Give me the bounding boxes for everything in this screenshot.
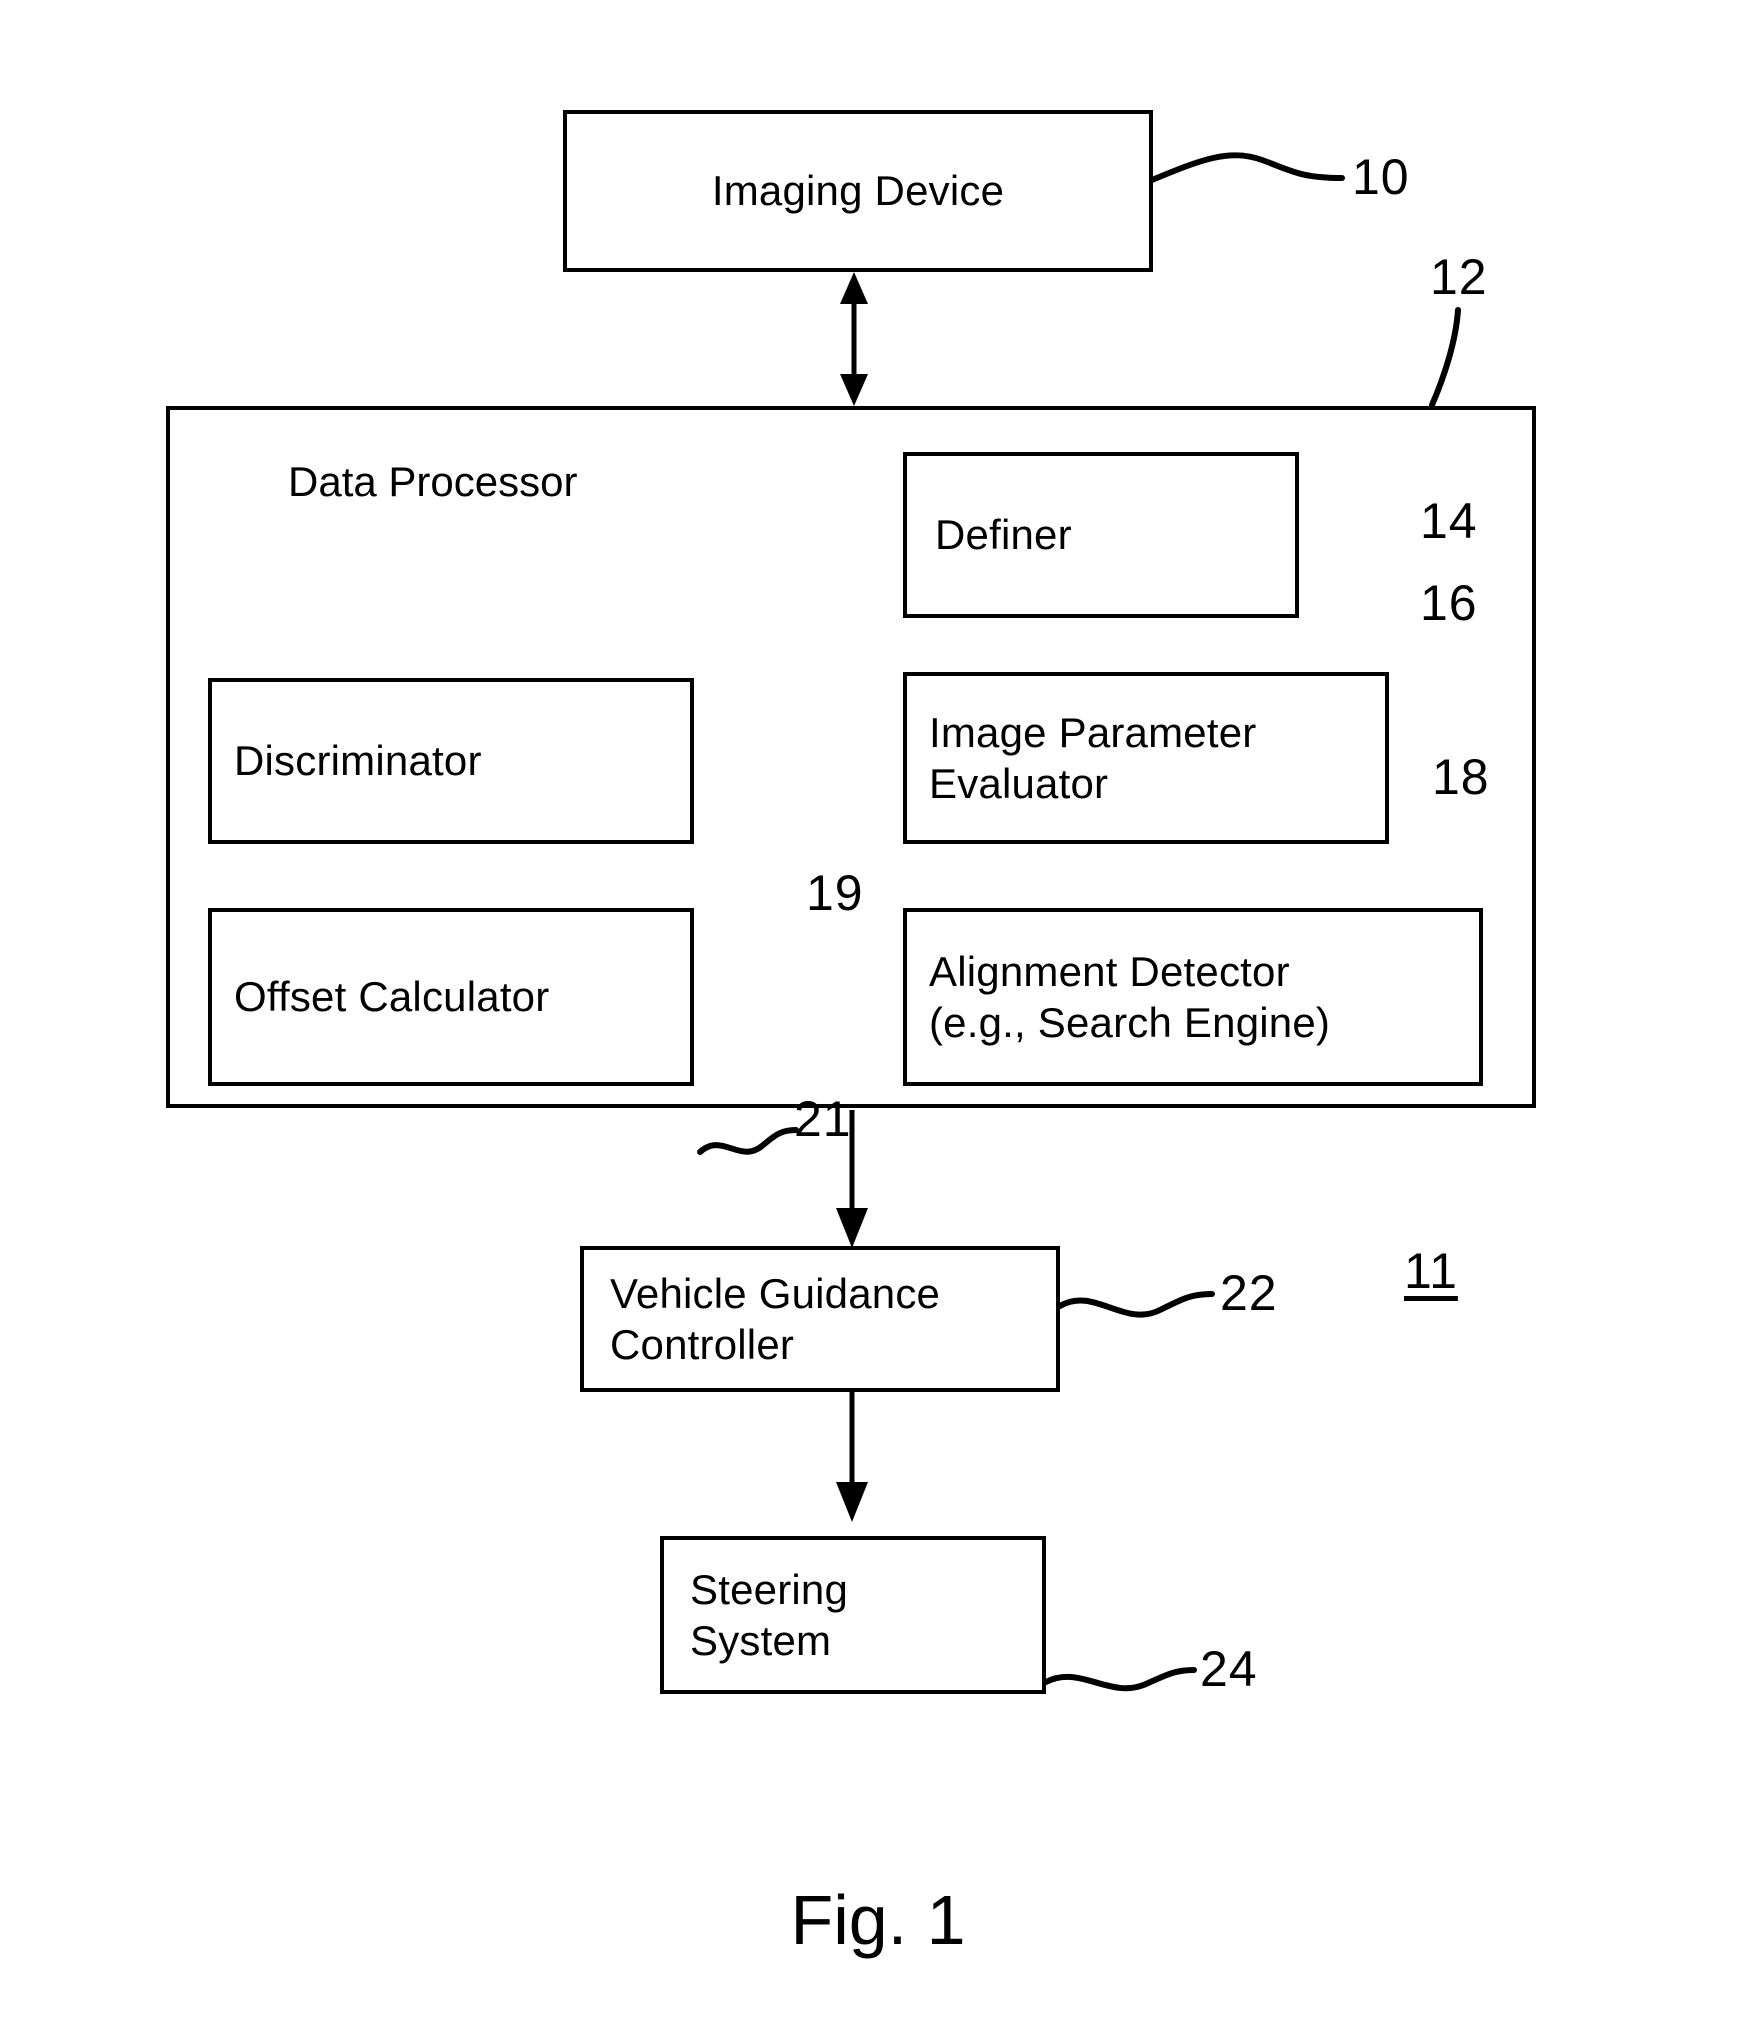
leader-line-21: [697, 1127, 799, 1155]
block-steering-system: Steering System: [660, 1536, 1046, 1694]
ref-numeral-19: 19: [806, 865, 864, 921]
ref-numeral-22: 22: [1220, 1265, 1278, 1321]
block-discriminator: Discriminator: [208, 678, 694, 844]
block-offset-calculator: Offset Calculator: [208, 908, 694, 1086]
figure-caption: Fig. 1: [790, 1881, 966, 1959]
block-alignment-detector: Alignment Detector (e.g., Search Engine): [903, 908, 1483, 1086]
leader-line-22: [1057, 1291, 1215, 1318]
block-steering-system-label: Steering System: [690, 1565, 849, 1664]
block-discriminator-label: Discriminator: [234, 737, 482, 785]
block-image-parameter-evaluator-label: Image Parameter Evaluator: [929, 708, 1257, 807]
patent-figure: Imaging Device 10 Data Processor 12 Defi…: [0, 0, 1756, 2034]
ref-numeral-24: 24: [1200, 1641, 1258, 1697]
arrow-imaging-to-processor: [840, 272, 868, 406]
block-imaging-device-label: Imaging Device: [711, 167, 1005, 215]
ref-numeral-11-system: 11: [1404, 1243, 1458, 1299]
block-definer-label: Definer: [935, 511, 1072, 559]
leader-line-10: [1149, 152, 1345, 183]
ref-numeral-14: 14: [1420, 493, 1478, 549]
block-vehicle-guidance-controller-label: Vehicle Guidance Controller: [610, 1269, 941, 1368]
leader-line-24: [1043, 1667, 1197, 1692]
ref-numeral-21: 21: [794, 1091, 852, 1147]
ref-numeral-18: 18: [1432, 749, 1490, 805]
block-data-processor-label: Data Processor: [288, 458, 578, 505]
block-definer: Definer: [903, 452, 1299, 618]
ref-numeral-12: 12: [1430, 249, 1488, 305]
block-offset-calculator-label: Offset Calculator: [234, 973, 550, 1021]
block-vehicle-guidance-controller: Vehicle Guidance Controller: [580, 1246, 1060, 1392]
block-image-parameter-evaluator: Image Parameter Evaluator: [903, 672, 1389, 844]
ref-numeral-16: 16: [1420, 575, 1478, 631]
leader-line-12: [1429, 307, 1461, 408]
ref-numeral-10: 10: [1352, 149, 1410, 205]
block-alignment-detector-label: Alignment Detector (e.g., Search Engine): [929, 947, 1331, 1046]
block-imaging-device: Imaging Device: [563, 110, 1153, 272]
arrow-controller-to-steering: [836, 1390, 868, 1522]
